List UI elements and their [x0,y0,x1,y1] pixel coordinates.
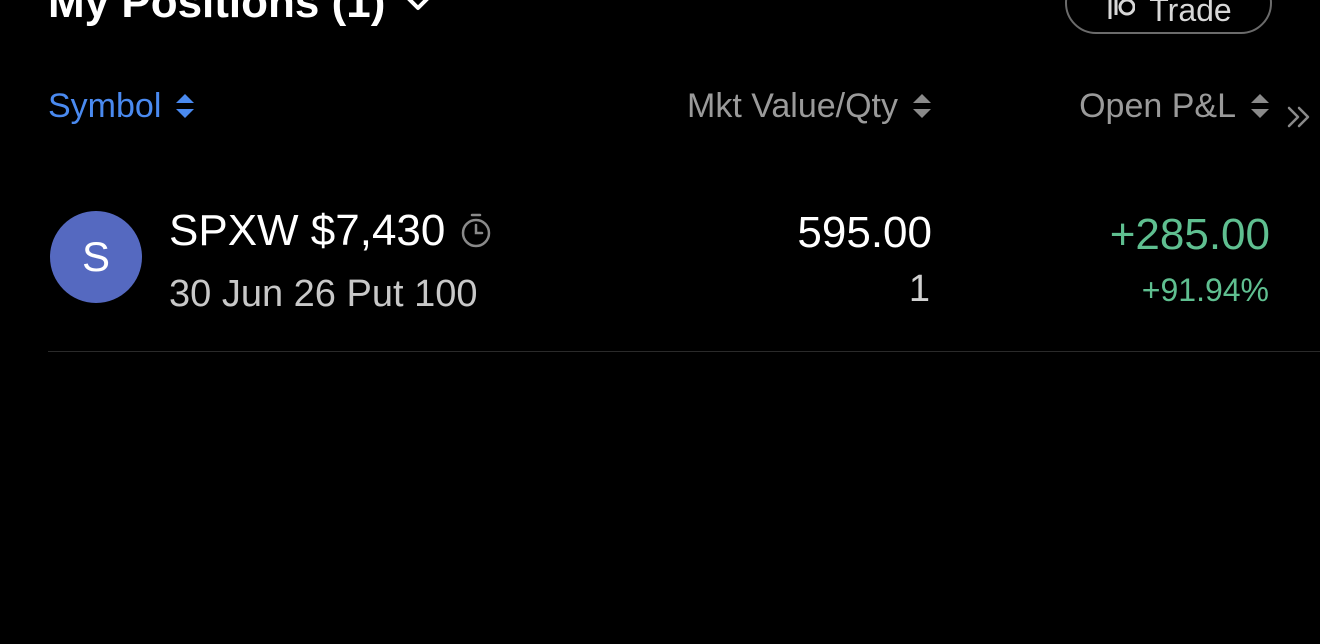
sort-icon [913,94,931,118]
column-header-mkt-value-qty[interactable]: Mkt Value/Qty [687,86,932,126]
position-qty: 1 [908,268,930,310]
avatar-letter: S [81,233,110,280]
column-header-open-pnl-label: Open P&L [1079,86,1236,125]
position-open-pnl-pct: +91.94% [1141,272,1269,308]
position-open-pnl: +285.00 [1109,210,1270,259]
column-header-symbol[interactable]: Symbol [48,86,195,126]
positions-header: My Positions (1) Trade [0,0,1320,40]
column-header-mkt-value-qty-label: Mkt Value/Qty [687,86,898,125]
positions-page: My Positions (1) Trade Symbol Mkt Value/… [0,0,1320,644]
trade-icon [1108,0,1136,19]
sort-icon [176,94,195,118]
chevron-down-icon [407,0,430,10]
column-header-open-pnl[interactable]: Open P&L [1079,86,1270,126]
position-symbol: SPXW $7,430 [169,206,446,255]
trade-button-label: Trade [1149,0,1232,28]
double-chevron-right-icon[interactable] [1286,104,1312,130]
position-mkt-value: 595.00 [797,208,932,257]
trade-button[interactable]: Trade [1065,0,1272,34]
position-details: 30 Jun 26 Put 100 [169,273,478,315]
timer-icon [462,213,491,248]
sort-icon [1251,94,1269,118]
page-title: My Positions (1) [48,0,386,27]
column-header-symbol-label: Symbol [48,86,162,125]
positions-title-dropdown[interactable]: My Positions (1) [48,0,433,28]
position-symbol-line: SPXW $7,430 [169,206,493,256]
avatar: S [50,211,142,303]
position-row[interactable]: S SPXW $7,430 30 Jun 26 Put 100 595.00 1… [48,180,1320,352]
